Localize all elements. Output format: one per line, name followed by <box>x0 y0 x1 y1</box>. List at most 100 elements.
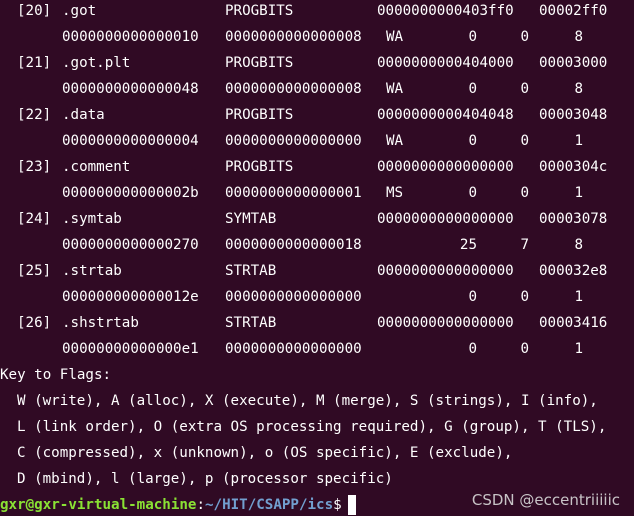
section-address: 0000000000000000 <box>377 211 514 227</box>
section-address: 0000000000000000 <box>377 315 514 331</box>
section-index: [24] <box>17 211 52 227</box>
section-size: 00000000000000e1 <box>62 341 199 357</box>
section-link: 0 <box>468 29 477 45</box>
section-detail-row: 000000000000012e 0000000000000000 0 0 1 <box>0 284 634 310</box>
key-to-flags-line: C (compressed), x (unknown), o (OS speci… <box>0 440 634 466</box>
key-to-flags-title: Key to Flags: <box>0 362 634 388</box>
section-offset: 00003000 <box>539 55 608 71</box>
section-entsize: 0000000000000000 <box>225 289 362 305</box>
section-detail-row: 0000000000000004 0000000000000000 WA 0 0 1 <box>0 128 634 154</box>
section-align: 1 <box>574 133 583 149</box>
section-flags: WA <box>386 133 404 149</box>
section-address: 0000000000404000 <box>377 55 514 71</box>
section-type: PROGBITS <box>225 55 294 71</box>
section-name: .got <box>62 3 97 19</box>
section-address: 0000000000403ff0 <box>377 3 514 19</box>
section-offset: 00003078 <box>539 211 608 227</box>
section-flags: MS <box>386 185 404 201</box>
section-offset: 0000304c <box>539 159 608 175</box>
section-info: 0 <box>520 341 529 357</box>
section-type: SYMTAB <box>225 211 277 227</box>
section-info: 7 <box>520 237 529 253</box>
section-info: 0 <box>520 289 529 305</box>
section-size: 000000000000012e <box>62 289 199 305</box>
section-detail-row: 0000000000000270 0000000000000018 25 7 8 <box>0 232 634 258</box>
section-align: 8 <box>574 81 583 97</box>
section-link: 0 <box>468 81 477 97</box>
section-type: PROGBITS <box>225 159 294 175</box>
section-flags: WA <box>386 81 404 97</box>
section-index: [21] <box>17 55 52 71</box>
text-cursor[interactable] <box>347 495 356 515</box>
section-detail-row: 000000000000002b 0000000000000001 MS 0 0 1 <box>0 180 634 206</box>
section-type: STRTAB <box>225 263 277 279</box>
prompt-separator: : <box>196 497 206 513</box>
section-align: 1 <box>574 341 583 357</box>
key-to-flags-text: W (write), A (alloc), X (execute), M (me… <box>17 393 598 409</box>
section-header-row: [23] .comment PROGBITS 0000000000000000 0000… <box>0 154 634 180</box>
section-size: 0000000000000004 <box>62 133 199 149</box>
section-header-row: [25] .strtab STRTAB 0000000000000000 000032e… <box>0 258 634 284</box>
section-align: 8 <box>574 237 583 253</box>
section-size: 0000000000000048 <box>62 81 199 97</box>
section-info: 0 <box>520 29 529 45</box>
key-to-flags-title-text: Key to Flags: <box>0 367 112 383</box>
key-to-flags-text: C (compressed), x (unknown), o (OS speci… <box>17 445 513 461</box>
section-header-row: [26] .shstrtab STRTAB 0000000000000000 00003… <box>0 310 634 336</box>
section-index: [22] <box>17 107 52 123</box>
section-align: 1 <box>574 289 583 305</box>
section-info: 0 <box>520 185 529 201</box>
prompt-dollar: $ <box>333 497 342 513</box>
section-offset: 00002ff0 <box>539 3 608 19</box>
section-index: [26] <box>17 315 52 331</box>
section-info: 0 <box>520 133 529 149</box>
watermark-text: CSDN @eccentriiiiic <box>471 491 620 509</box>
section-name: .data <box>62 107 105 123</box>
section-align: 8 <box>574 29 583 45</box>
section-detail-row: 00000000000000e1 0000000000000000 0 0 1 <box>0 336 634 362</box>
section-detail-row: 0000000000000010 0000000000000008 WA 0 0 8 <box>0 24 634 50</box>
section-info: 0 <box>520 81 529 97</box>
section-detail-row: 0000000000000048 0000000000000008 WA 0 0 8 <box>0 76 634 102</box>
section-size: 000000000000002b <box>62 185 199 201</box>
section-address: 0000000000000000 <box>377 159 514 175</box>
section-link: 25 <box>459 237 477 253</box>
section-name: .shstrtab <box>62 315 139 331</box>
terminal-window[interactable]: [20] .got PROGBITS 0000000000403ff0 00002ff0… <box>0 0 634 516</box>
section-link: 0 <box>468 341 477 357</box>
section-type: STRTAB <box>225 315 277 331</box>
section-name: .comment <box>62 159 131 175</box>
section-header-row: [21] .got.plt PROGBITS 0000000000404000 0000… <box>0 50 634 76</box>
section-index: [23] <box>17 159 52 175</box>
key-to-flags-text: D (mbind), l (large), p (processor speci… <box>17 471 393 487</box>
section-index: [25] <box>17 263 52 279</box>
key-to-flags-line: L (link order), O (extra OS processing r… <box>0 414 634 440</box>
key-to-flags-line: D (mbind), l (large), p (processor speci… <box>0 466 634 492</box>
section-align: 1 <box>574 185 583 201</box>
section-entsize: 0000000000000008 <box>225 29 362 45</box>
prompt-path: ~/HIT/CSAPP/ics <box>205 497 334 513</box>
section-address: 0000000000404048 <box>377 107 514 123</box>
section-name: .symtab <box>62 211 122 227</box>
section-entsize: 0000000000000000 <box>225 133 362 149</box>
section-offset: 000032e8 <box>539 263 608 279</box>
section-entsize: 0000000000000008 <box>225 81 362 97</box>
section-flags: WA <box>386 29 404 45</box>
key-to-flags-text: L (link order), O (extra OS processing r… <box>17 419 607 435</box>
section-index: [20] <box>17 3 52 19</box>
section-size: 0000000000000010 <box>62 29 199 45</box>
section-header-row: [24] .symtab SYMTAB 0000000000000000 0000307… <box>0 206 634 232</box>
section-name: .strtab <box>62 263 122 279</box>
prompt-user-host: gxr@gxr-virtual-machine <box>0 497 197 513</box>
section-size: 0000000000000270 <box>62 237 199 253</box>
section-link: 0 <box>468 289 477 305</box>
section-header-row: [22] .data PROGBITS 0000000000404048 0000304… <box>0 102 634 128</box>
section-type: PROGBITS <box>225 3 294 19</box>
section-entsize: 0000000000000000 <box>225 341 362 357</box>
section-offset: 00003048 <box>539 107 608 123</box>
section-address: 0000000000000000 <box>377 263 514 279</box>
section-link: 0 <box>468 185 477 201</box>
section-entsize: 0000000000000001 <box>225 185 362 201</box>
section-offset: 00003416 <box>539 315 608 331</box>
section-type: PROGBITS <box>225 107 294 123</box>
